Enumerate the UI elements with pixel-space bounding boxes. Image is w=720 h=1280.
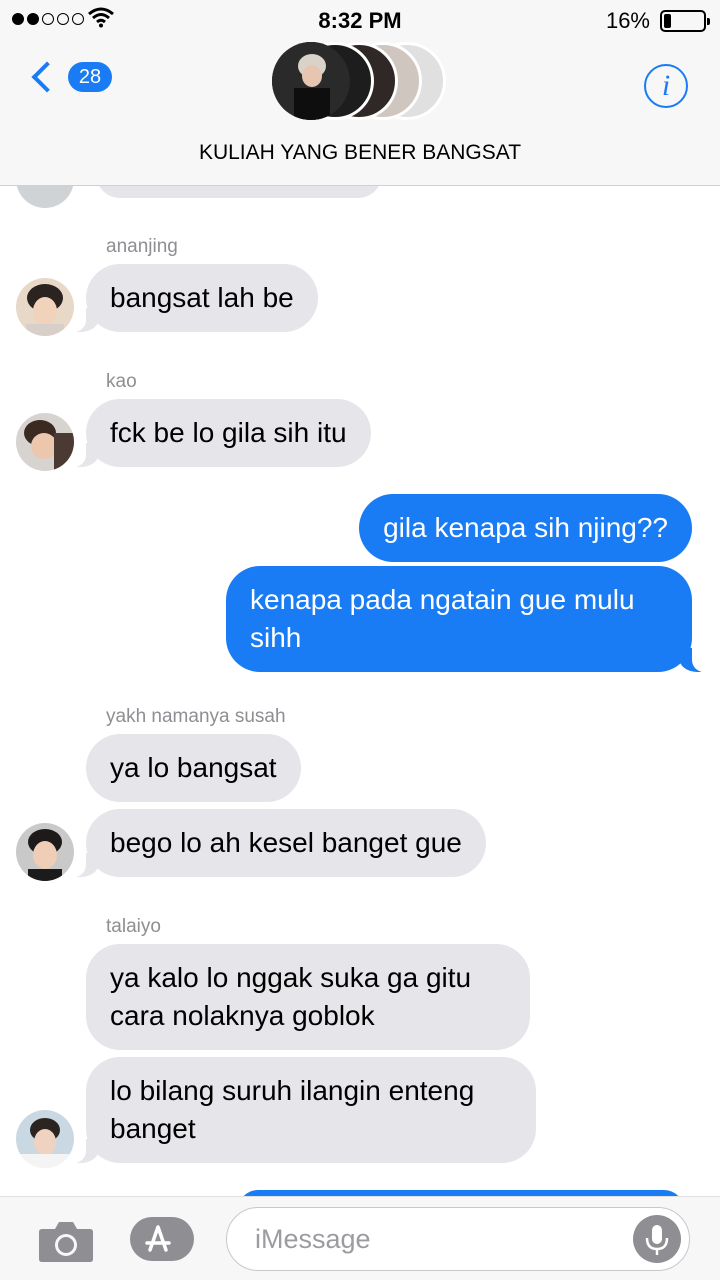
back-chevron-icon (31, 61, 63, 93)
app-store-icon (130, 1217, 194, 1261)
group-avatars[interactable] (272, 42, 452, 124)
battery-percent: 16% (605, 8, 650, 33)
message-bubble-sent[interactable]: kenapa pada ngatain gue mulu sihh (226, 566, 714, 672)
camera-button[interactable] (38, 1219, 94, 1263)
info-button[interactable]: i (644, 64, 688, 108)
compose-bar: iMessage (0, 1196, 720, 1280)
app-store-button[interactable] (130, 1217, 194, 1261)
message-input[interactable]: iMessage (226, 1207, 690, 1271)
group-avatar (272, 42, 350, 120)
microphone-button[interactable] (633, 1215, 681, 1263)
message-bubble[interactable]: fck be lo gila sih itu (64, 399, 371, 467)
conversation-title[interactable]: KULIAH YANG BENER BANGSAT (0, 141, 720, 165)
sender-avatar[interactable] (16, 1110, 74, 1168)
sender-avatar[interactable] (16, 413, 74, 471)
message-list[interactable]: ananjing bangsat lah be kao fck be lo gi… (0, 0, 720, 1280)
info-icon: i (661, 69, 671, 102)
unread-count-badge: 28 (68, 62, 112, 92)
message-bubble[interactable]: lo bilang suruh ilangin enteng banget (64, 1057, 536, 1163)
sender-avatar[interactable] (16, 823, 74, 881)
conversation-header: 8:32 PM 16% 28 i KULIAH YANG BENER BANGS… (0, 0, 720, 186)
microphone-icon (645, 1225, 669, 1255)
message-bubble[interactable]: ya kalo lo nggak suka ga gitu cara nolak… (86, 944, 530, 1050)
sender-name: kao (106, 371, 137, 392)
battery-icon (660, 10, 710, 32)
message-input-placeholder: iMessage (255, 1224, 371, 1254)
camera-icon (39, 1222, 93, 1262)
status-bar: 8:32 PM 16% (0, 0, 720, 40)
sender-name: yakh namanya susah (106, 706, 286, 727)
sender-avatar[interactable] (16, 278, 74, 336)
back-button[interactable]: 28 (26, 61, 112, 93)
message-bubble[interactable]: bego lo ah kesel banget gue (64, 809, 486, 877)
sender-name: talaiyo (106, 916, 161, 937)
message-bubble[interactable]: ya lo bangsat (86, 734, 301, 802)
message-bubble[interactable]: bangsat lah be (64, 264, 318, 332)
sender-name: ananjing (106, 236, 178, 257)
message-bubble-sent[interactable]: gila kenapa sih njing?? (359, 494, 692, 562)
